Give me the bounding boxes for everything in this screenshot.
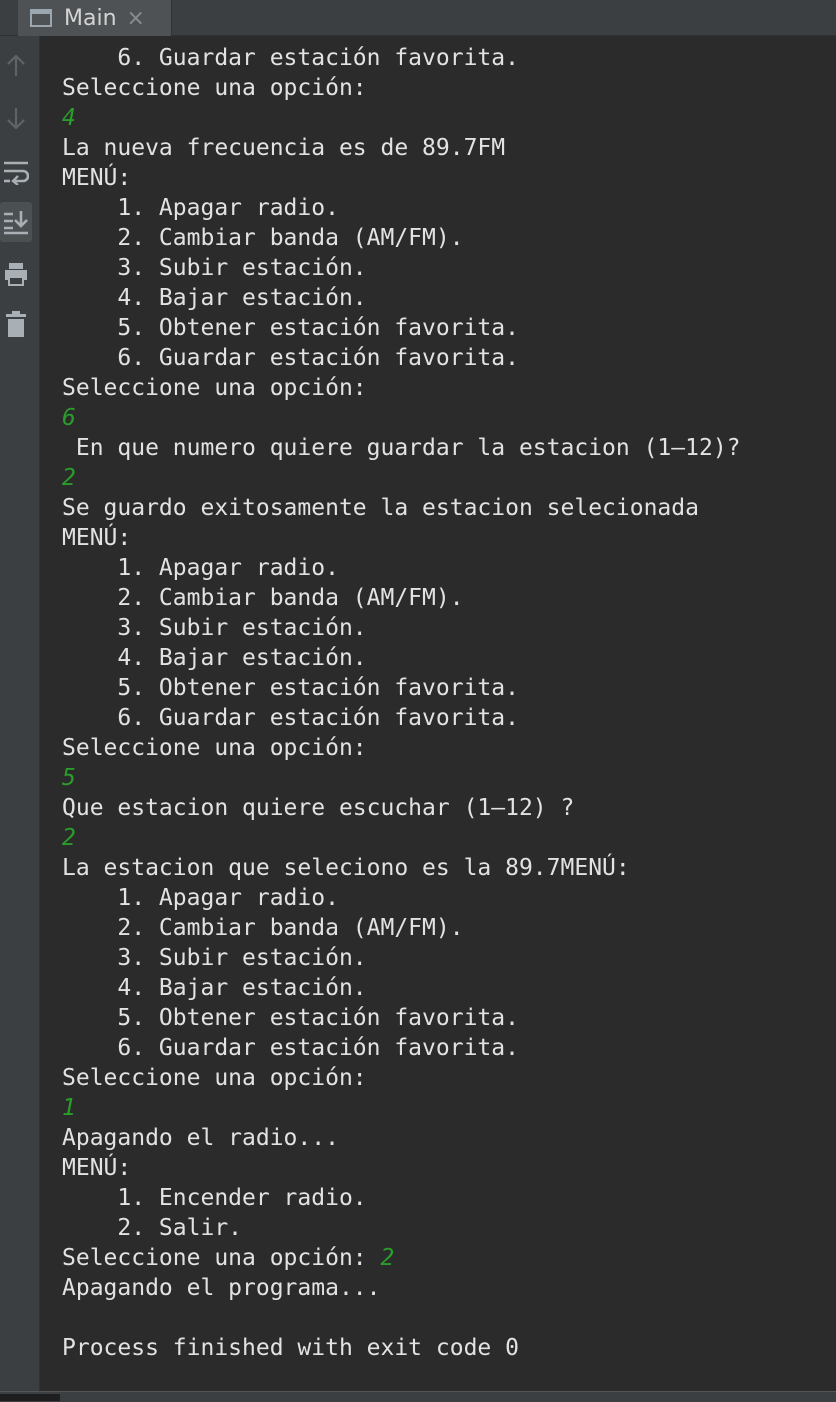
tab-close-icon[interactable]: × [127,6,145,31]
console-output-line: La nueva frecuencia es de 89.7FM [62,135,506,161]
soft-wrap-icon [4,161,29,185]
console-output-line: 6. Guardar estación favorita. [62,705,519,731]
down-stack-button[interactable] [0,98,32,138]
console-output-line: 3. Subir estación. [62,945,367,971]
console-input-line: 4 [62,105,76,131]
console-output-line: 2. Cambiar banda (AM/FM). [62,585,464,611]
console-output-line: 6. Guardar estación favorita. [62,1035,519,1061]
console-input-line: 6 [62,405,76,431]
tab-title: Main [64,5,117,31]
console-input-line: 2 [62,465,76,491]
console-output-line: Seleccione una opción: [62,75,367,101]
console-output-line: 4. Bajar estación. [62,645,367,671]
console-input-line: 2 [62,825,76,851]
console-output-line: Seleccione una opción: [62,735,367,761]
console-output-line: MENÚ: [62,165,132,191]
console-output-line: 3. Subir estación. [62,615,367,641]
console-output-line: 6. Guardar estación favorita. [62,345,519,371]
console-output-line: Que estacion quiere escuchar (1–12) ? [62,795,575,821]
tab-main[interactable]: Main × [18,0,172,36]
up-stack-button[interactable] [0,46,32,86]
arrow-down-icon [7,108,25,130]
console-output-line: 4. Bajar estación. [62,285,367,311]
editor-tab-bar: Main × [0,0,836,36]
console-output-line: 5. Obtener estación favorita. [62,675,519,701]
console-output-line: 2. Salir. [62,1215,243,1241]
console-output-line: 1. Apagar radio. [62,195,339,221]
scrollbar-thumb[interactable] [0,1394,60,1401]
console-output-line: Seleccione una opción: [62,1065,367,1091]
console-output-line: 2. Cambiar banda (AM/FM). [62,915,464,941]
trash-icon [6,311,26,337]
console-window-icon [30,9,52,27]
console-output-line [62,1303,832,1333]
console-output-line: La estacion que seleciono es la 89.7MENÚ… [62,855,630,881]
console-toolbar [0,36,40,1391]
console-output-line: 5. Obtener estación favorita. [62,315,519,341]
console-output: 6. Guardar estación favorita. Seleccione … [62,43,832,1363]
console-output-line: 6. Guardar estación favorita. [62,45,519,71]
console-input-value: 2 [380,1245,395,1271]
console-output-line: Process finished with exit code 0 [62,1335,519,1361]
console-output-line: 5. Obtener estación favorita. [62,1005,519,1031]
console-output-line: 1. Apagar radio. [62,885,339,911]
print-button[interactable] [0,254,32,294]
scroll-to-end-icon [4,211,28,235]
console-output-line: 4. Bajar estación. [62,975,367,1001]
console-output-line: MENÚ: [62,1155,132,1181]
console-prompt-text: Seleccione una opción: [62,1245,381,1271]
console-output-line: 1. Encender radio. [62,1185,367,1211]
console-output-line: Seleccione una opción: [62,375,367,401]
console-input-line: 1 [62,1095,76,1121]
console-prompt-line: Seleccione una opción: 2 [62,1243,832,1273]
console-output-line: En que numero quiere guardar la estacion… [62,435,741,461]
console-output-line: 1. Apagar radio. [62,555,339,581]
console-output-line: Apagando el programa... [62,1275,381,1301]
horizontal-scrollbar[interactable] [0,1391,836,1402]
clear-all-button[interactable] [0,304,32,344]
console-output-line: Se guardo exitosamente la estacion selec… [62,495,699,521]
console-input-line: 5 [62,765,76,791]
scroll-to-end-button[interactable] [0,202,32,242]
console-output-line: 2. Cambiar banda (AM/FM). [62,225,464,251]
soft-wrap-button[interactable] [0,152,32,192]
arrow-up-icon [7,54,25,76]
console-output-line: Apagando el radio... [62,1125,339,1151]
console-output-line: MENÚ: [62,525,132,551]
print-icon [5,263,27,286]
console-output-line: 3. Subir estación. [62,255,367,281]
